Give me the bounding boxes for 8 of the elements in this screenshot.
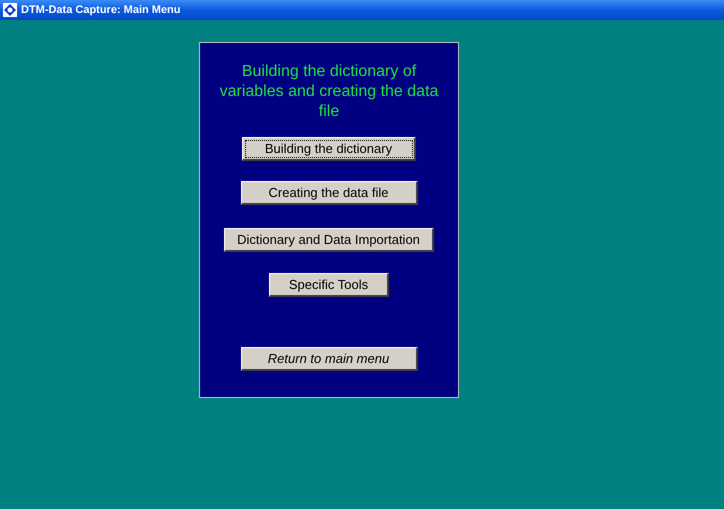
panel-heading: Building the dictionary of variables and creating the data file — [218, 62, 440, 122]
menu-button[interactable]: Specific Tools — [269, 273, 389, 297]
window-title: DTM-Data Capture: Main Menu — [21, 2, 180, 18]
app-icon — [3, 3, 17, 17]
return-button[interactable]: Return to main menu — [240, 347, 418, 371]
menu-button[interactable]: Creating the data file — [240, 181, 418, 205]
menu-button[interactable]: Dictionary and Data Importation — [224, 228, 434, 252]
menu-button[interactable]: Building the dictionary — [242, 137, 416, 161]
